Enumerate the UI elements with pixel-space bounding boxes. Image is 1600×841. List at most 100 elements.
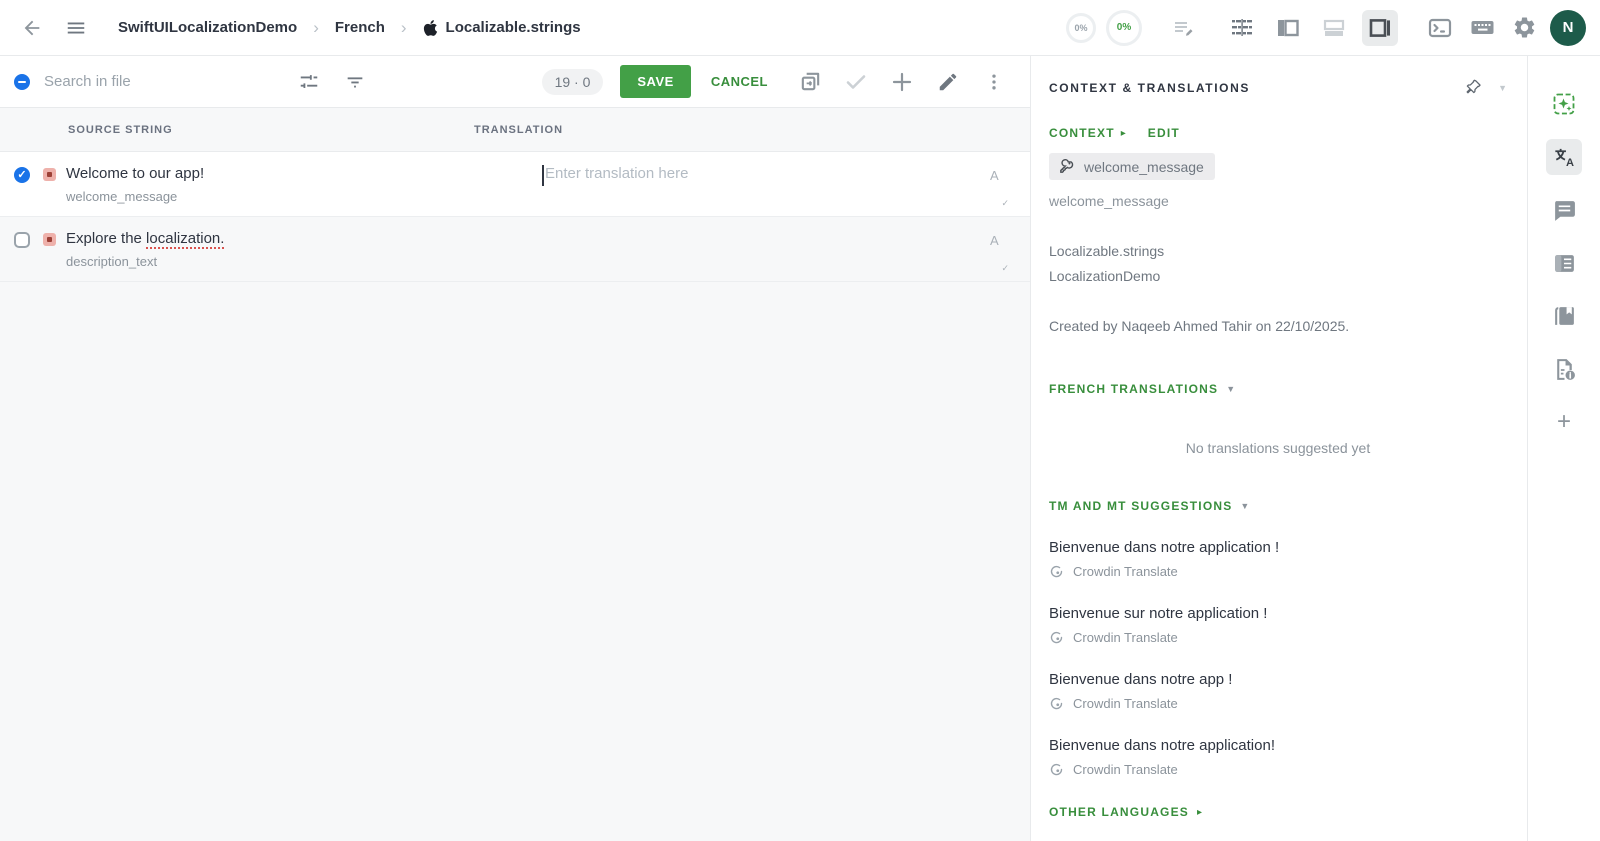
spell-tick: ✓ [1001, 263, 1009, 273]
translated-progress-value: 0% [1074, 22, 1088, 33]
crowdin-translate-icon [1050, 631, 1063, 644]
string-row[interactable]: ✓ Welcome to our app! welcome_message En… [0, 152, 1030, 217]
settings-button[interactable] [1508, 12, 1540, 44]
filter-button[interactable] [339, 66, 371, 98]
save-button[interactable]: SAVE [620, 65, 691, 98]
key-icon [1060, 159, 1074, 173]
translations-tab[interactable]: A [1546, 139, 1582, 175]
source-prefix: Explore the [66, 230, 147, 247]
check-icon [846, 74, 866, 89]
draft-translations-button[interactable] [1168, 12, 1200, 44]
view-right-panel-button[interactable] [1362, 9, 1398, 46]
back-button[interactable] [16, 12, 48, 44]
translation-input[interactable]: Enter translation here [542, 165, 990, 204]
suggestion-text[interactable]: Bienvenue dans notre application ! [1049, 539, 1507, 556]
editor-toolbar: 19 · 0 SAVE CANCEL [0, 56, 1030, 108]
main-layout: 19 · 0 SAVE CANCEL [0, 56, 1600, 841]
right-icon-rail: A + [1527, 56, 1600, 841]
file-info-tab[interactable] [1546, 351, 1582, 387]
spell-letter: A [990, 168, 999, 183]
suggestion-item[interactable]: Bienvenue dans notre application ! Crowd… [1049, 539, 1507, 579]
gear-icon [1514, 17, 1534, 38]
approved-progress-value: 0% [1116, 22, 1132, 33]
context-panel: CONTEXT & TRANSLATIONS ▼ CONTEXT ▸ EDIT … [1030, 56, 1527, 841]
advanced-filter-button[interactable] [293, 66, 325, 98]
terms-tab[interactable] [1546, 245, 1582, 281]
other-languages-header[interactable]: OTHER LANGUAGES [1049, 805, 1189, 819]
suggestion-item[interactable]: Bienvenue sur notre application ! Crowdi… [1049, 605, 1507, 645]
view-comfortable-button[interactable] [1224, 10, 1260, 46]
avatar-initial: N [1562, 19, 1574, 36]
translation-cell-empty[interactable] [542, 230, 990, 269]
suggestion-item[interactable]: Bienvenue dans notre application! Crowdi… [1049, 737, 1507, 777]
suggestion-item[interactable]: Bienvenue dans notre app ! Crowdin Trans… [1049, 671, 1507, 711]
bottom-panel-view-icon [1323, 19, 1345, 36]
user-avatar[interactable]: N [1550, 9, 1586, 46]
copy-source-button[interactable] [794, 66, 826, 98]
key-chip-label: welcome_message [1084, 158, 1204, 175]
table-header: SOURCE STRING TRANSLATION [0, 108, 1030, 152]
suggestion-source: Crowdin Translate [1073, 696, 1178, 711]
cancel-button[interactable]: CANCEL [701, 65, 778, 98]
translation-column-header: TRANSLATION [474, 123, 564, 136]
french-translations-header[interactable]: FRENCH TRANSLATIONS [1049, 382, 1218, 396]
view-left-panel-button[interactable] [1270, 10, 1306, 46]
comments-tab[interactable] [1546, 192, 1582, 228]
check-mark: ✓ [17, 168, 27, 181]
console-button[interactable] [1424, 12, 1456, 44]
ai-assistant-tab[interactable] [1546, 86, 1582, 122]
edit-context-link[interactable]: EDIT [1148, 126, 1180, 140]
spellcheck-icon: A ✓ [990, 233, 1009, 273]
breadcrumb-file-label: Localizable.strings [445, 19, 581, 36]
breadcrumb-separator: › [313, 17, 319, 37]
suggestion-source: Crowdin Translate [1073, 564, 1178, 579]
suggestion-text[interactable]: Bienvenue dans notre app ! [1049, 671, 1507, 688]
select-all-checkbox[interactable] [14, 73, 30, 90]
topbar-actions: 0% 0% N [1066, 9, 1586, 46]
string-counter: 19 · 0 [541, 68, 604, 95]
misspelled-word: localization. [146, 230, 225, 247]
more-actions-button[interactable] [978, 66, 1010, 98]
pencil-icon [939, 73, 957, 90]
string-key-chip[interactable]: welcome_message [1049, 153, 1215, 180]
breadcrumb-language[interactable]: French [327, 19, 393, 36]
comment-icon [1554, 200, 1575, 221]
view-bottom-panel-button[interactable] [1316, 10, 1352, 46]
suggestion-text[interactable]: Bienvenue dans notre application! [1049, 737, 1507, 754]
pin-icon[interactable] [1465, 78, 1484, 97]
document-lines-icon [1554, 254, 1574, 272]
context-section-header[interactable]: CONTEXT [1049, 126, 1115, 140]
crowdin-translate-icon [1050, 763, 1063, 776]
apple-icon [423, 19, 437, 36]
approved-progress-badge[interactable]: 0% [1106, 9, 1142, 46]
string-row[interactable]: Explore the localization. description_te… [0, 217, 1030, 282]
translation-placeholder: Enter translation here [545, 165, 689, 182]
translated-progress-badge[interactable]: 0% [1066, 12, 1096, 43]
editor-panel: 19 · 0 SAVE CANCEL [0, 56, 1030, 841]
add-string-button[interactable] [886, 66, 918, 98]
other-languages-arrow: ▸ [1197, 806, 1203, 818]
chevron-down-icon: ▼ [1240, 501, 1250, 511]
spell-letter: A [990, 233, 999, 248]
edit-string-button[interactable] [932, 66, 964, 98]
breadcrumb-project[interactable]: SwiftUILocalizationDemo [110, 19, 305, 36]
main-menu-button[interactable] [60, 12, 92, 44]
source-column-header: SOURCE STRING [68, 123, 173, 136]
row-checkbox-unchecked[interactable] [14, 232, 30, 248]
search-input[interactable] [44, 73, 259, 90]
suggestion-text[interactable]: Bienvenue sur notre application ! [1049, 605, 1507, 622]
dictionary-tab[interactable] [1546, 298, 1582, 334]
kebab-menu-icon [992, 74, 996, 89]
source-string-text: Explore the localization. [66, 230, 224, 247]
side-by-side-view-icon [1232, 18, 1252, 36]
approve-button[interactable] [840, 66, 872, 98]
add-panel-tab[interactable]: + [1546, 404, 1582, 440]
breadcrumb-file[interactable]: Localizable.strings [415, 19, 589, 37]
plus-icon: + [1556, 408, 1571, 435]
terminal-icon [1428, 18, 1452, 37]
untranslated-status-icon [43, 233, 56, 246]
panel-collapse-chevron[interactable]: ▼ [1498, 83, 1507, 93]
shortcuts-button[interactable] [1466, 12, 1498, 44]
row-checkbox-checked[interactable]: ✓ [14, 167, 30, 183]
tm-mt-suggestions-header[interactable]: TM AND MT SUGGESTIONS [1049, 499, 1232, 513]
